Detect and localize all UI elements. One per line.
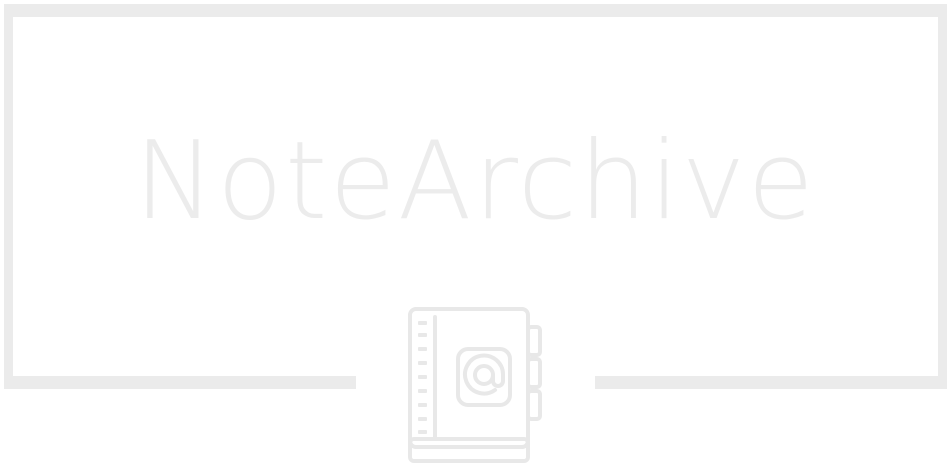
frame-bottom-left-edge [4, 376, 356, 389]
address-book-at-icon [408, 307, 542, 463]
frame-top-edge [4, 4, 947, 17]
frame-bottom-right-edge [595, 376, 947, 389]
brand-wordmark: NoteArchive [134, 118, 816, 244]
frame-right-edge [938, 4, 947, 389]
notearchive-logo: NoteArchive [0, 0, 951, 466]
frame-left-edge [4, 4, 13, 389]
